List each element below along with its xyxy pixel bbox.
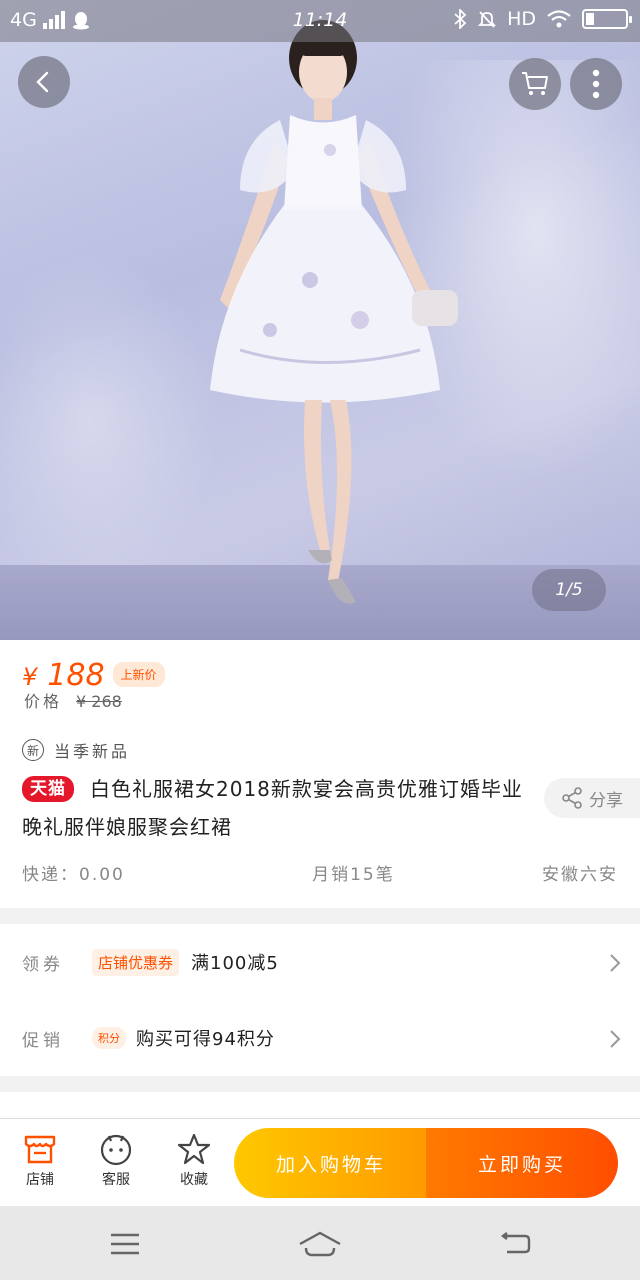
- promotions-card: 领券 店铺优惠券 满100减5 促销 积分 购买可得94积分: [0, 924, 640, 1076]
- shopping-cart-icon: [522, 72, 548, 95]
- store-tab[interactable]: 店铺: [8, 1129, 72, 1189]
- home-icon: [299, 1231, 341, 1257]
- original-price-label: 价格: [24, 692, 63, 711]
- mute-bell-icon: [477, 11, 497, 28]
- season-new-row: 新 当季新品: [22, 738, 130, 762]
- menu-button[interactable]: [95, 1224, 155, 1264]
- bluetooth-icon: [454, 9, 467, 29]
- customer-service-label: 客服: [102, 1172, 130, 1188]
- star-icon: [177, 1133, 211, 1165]
- currency-symbol: ¥: [22, 663, 38, 691]
- coupon-label: 领券: [22, 954, 64, 975]
- share-label: 分享: [589, 790, 623, 811]
- bottom-action-bar: 店铺 客服 收藏 加入购物车 立即购买: [0, 1118, 640, 1206]
- new-badge-icon: 新: [22, 739, 44, 761]
- coupon-text: 满100减5: [191, 953, 279, 974]
- menu-icon: [111, 1233, 139, 1255]
- shipping-sales-location-row: 快递：0.00 月销15笔 安徽六安: [22, 860, 618, 885]
- share-button[interactable]: 分享: [544, 778, 640, 818]
- product-detail-page: 1/5 4G 11:14 HD ¥ 188 上新价 价格 ¥ 268 新 当季新…: [0, 0, 640, 1280]
- product-title-text: 白色礼服裙女2018新款宴会高贵优雅订婚毕业晚礼服伴娘服聚会红裙: [22, 777, 523, 839]
- favorite-tab[interactable]: 收藏: [162, 1129, 226, 1189]
- system-navigation-bar: [0, 1206, 640, 1280]
- product-photo-model-in-white-dress: [210, 20, 458, 604]
- original-price: ¥ 268: [76, 692, 122, 711]
- add-to-cart-button[interactable]: 加入购物车: [234, 1128, 428, 1198]
- original-price-row: 价格 ¥ 268: [24, 688, 122, 712]
- product-info-card: ¥ 188 上新价 价格 ¥ 268 新 当季新品 天猫 白色礼服裙女2018新款宴…: [0, 640, 640, 908]
- back-nav-button[interactable]: [485, 1224, 545, 1264]
- image-pager-indicator: 1/5: [532, 569, 606, 611]
- status-bar: 4G 11:14 HD: [0, 0, 640, 42]
- return-icon: [501, 1232, 531, 1254]
- chevron-right-icon: [610, 954, 621, 972]
- customer-service-icon: [100, 1134, 132, 1166]
- favorite-label: 收藏: [180, 1172, 208, 1188]
- home-button[interactable]: [290, 1224, 350, 1264]
- ship-from-location: 安徽六安: [542, 865, 618, 885]
- more-vertical-icon: [592, 69, 600, 99]
- wifi-icon: [547, 10, 571, 28]
- new-price-tag: 上新价: [112, 662, 165, 687]
- shipping-fee: 快递：0.00: [22, 865, 125, 885]
- store-label: 店铺: [26, 1172, 54, 1188]
- buy-now-button[interactable]: 立即购买: [426, 1128, 618, 1198]
- customer-service-tab[interactable]: 客服: [84, 1129, 148, 1189]
- hd-indicator: HD: [507, 8, 536, 30]
- points-tag: 积分: [92, 1027, 126, 1049]
- monthly-sales: 月销15笔: [312, 865, 395, 885]
- battery-icon: [582, 9, 632, 29]
- share-icon: [562, 787, 582, 809]
- store-coupon-tag: 店铺优惠券: [92, 948, 180, 976]
- more-menu-button[interactable]: [570, 58, 622, 110]
- product-title: 天猫 白色礼服裙女2018新款宴会高贵优雅订婚毕业晚礼服伴娘服聚会红裙: [22, 770, 532, 846]
- promotion-row[interactable]: 促销 积分 购买可得94积分: [22, 1018, 622, 1058]
- chevron-right-icon: [610, 1030, 621, 1048]
- tmall-badge: 天猫: [22, 776, 74, 802]
- season-label: 当季新品: [54, 742, 131, 761]
- back-button[interactable]: [18, 56, 70, 108]
- promotion-label: 促销: [22, 1030, 64, 1051]
- coupon-row[interactable]: 领券 店铺优惠券 满100减5: [22, 942, 622, 982]
- points-text: 购买可得94积分: [136, 1029, 275, 1050]
- cart-button[interactable]: [509, 58, 561, 110]
- store-icon: [24, 1135, 56, 1164]
- chevron-left-icon: [36, 71, 49, 93]
